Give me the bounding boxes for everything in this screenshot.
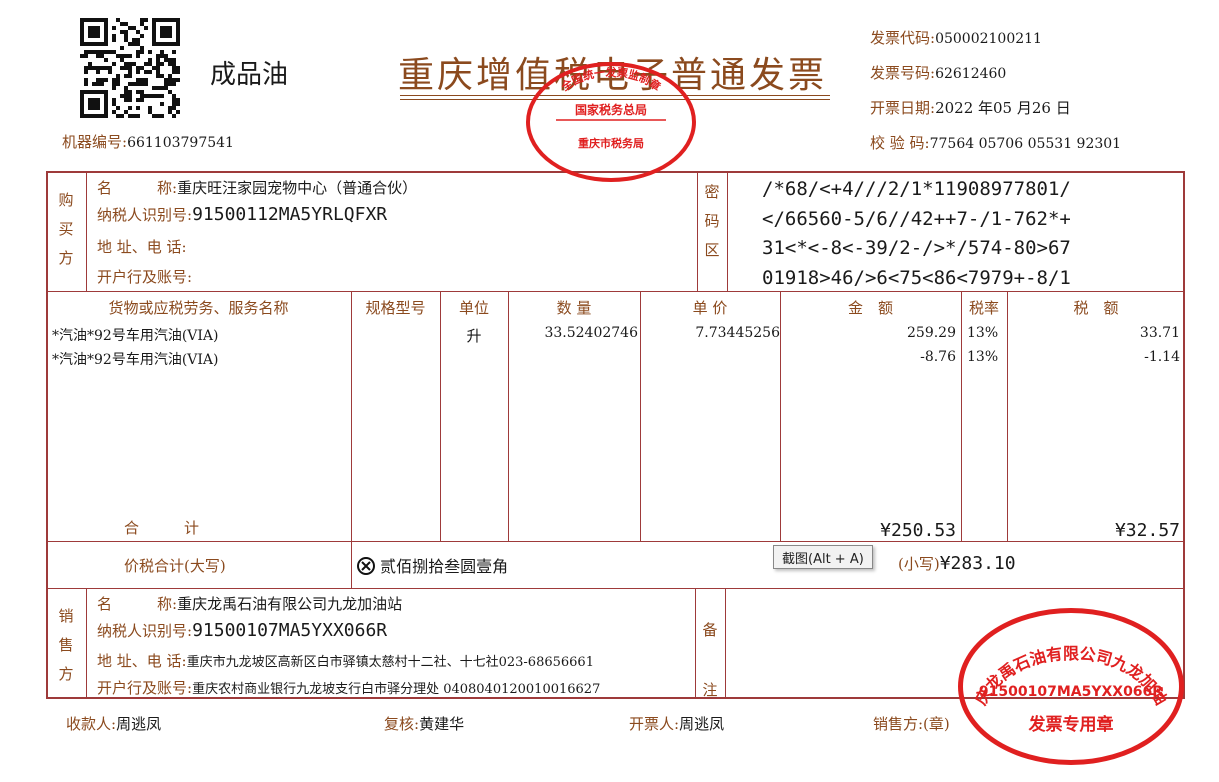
- cipher-side-label: 密码区: [704, 183, 720, 259]
- buyer-address: 地 址、电 话:: [97, 238, 187, 256]
- header-unit: 单位: [458, 299, 489, 317]
- invoice-number: 发票号码:62612460: [870, 64, 1007, 82]
- table-row-amount: 259.29: [907, 325, 956, 341]
- check-code: 校 验 码:77564 05706 05531 92301: [870, 134, 1122, 152]
- cipher-line: /*68/<+4///2/1*11908977801/: [762, 178, 1071, 200]
- screenshot-tooltip: 截图(Alt + A): [773, 545, 873, 569]
- seller-stamp-bottom: 发票专用章: [1028, 714, 1114, 735]
- tax-bureau-stamp: 全国统一发票监制章 国家税务总局 重庆市税务局: [526, 62, 696, 182]
- seller-address: 地 址、电 话:重庆市九龙坡区高新区白市驿镇太慈村十二社、十七社023-6865…: [97, 652, 594, 670]
- issuer: 开票人:周逃凤: [629, 715, 725, 733]
- invoice-date: 开票日期:2022 年05 月26 日: [870, 99, 1071, 117]
- buyer-tax-id: 纳税人识别号:91500112MA5YRLQFXR: [97, 204, 388, 225]
- seller-name: 名 称:重庆龙禹石油有限公司九龙加油站: [97, 595, 403, 613]
- header-amount: 金 额: [847, 299, 893, 317]
- invoice-category: 成品油: [210, 60, 289, 90]
- table-row-rate: 13%: [967, 325, 999, 341]
- cipher-area: /*68/<+4///2/1*11908977801/ </66560-5/6/…: [762, 175, 1071, 293]
- seller-invoice-stamp: 重庆龙禹石油有限公司九龙加油站 91500107MA5YXX066R 发票专用章: [958, 608, 1184, 765]
- table-row-unit: 升: [466, 327, 482, 345]
- stamp-bottom-text: 重庆市税务局: [578, 136, 644, 150]
- invoice-code: 发票代码:050002100211: [870, 29, 1042, 47]
- header-qty: 数 量: [556, 299, 592, 317]
- summary-label: 价税合计(大写): [124, 557, 226, 575]
- table-row-name: *汽油*92号车用汽油(VIA): [52, 352, 219, 368]
- payee: 收款人:周逃凤: [66, 715, 162, 733]
- table-row-qty: 33.52402746: [544, 325, 638, 341]
- table-row-tax: 33.71: [1139, 325, 1180, 341]
- machine-number: 机器编号:661103797541: [62, 133, 234, 151]
- seller-tax-id: 纳税人识别号:91500107MA5YXX066R: [97, 620, 388, 641]
- seller-bank: 开户行及账号:重庆农村商业银行九龙坡支行白市驿分理处 0408040120010…: [97, 679, 601, 697]
- stamp-middle-text: 国家税务总局: [575, 102, 647, 117]
- table-row-price: 7.73445256: [695, 325, 780, 341]
- cipher-line: 31<*<-8<-39/2-/>*/574-80>67: [762, 237, 1071, 259]
- table-row-rate: 13%: [967, 349, 999, 365]
- header-rate: 税率: [968, 299, 999, 317]
- table-row-amount: -8.76: [920, 349, 956, 365]
- table-row-name: *汽油*92号车用汽油(VIA): [52, 328, 219, 344]
- buyer-bank: 开户行及账号:: [97, 268, 193, 286]
- header-tax: 税 额: [1073, 299, 1119, 317]
- circle-x-icon: [357, 557, 375, 575]
- total-amount: ¥250.53: [880, 520, 956, 541]
- header-price: 单 价: [692, 299, 728, 317]
- seller-stamp-id: 91500107MA5YXX066R: [979, 684, 1163, 700]
- table-row-tax: -1.14: [1144, 349, 1180, 365]
- reviewer: 复核:黄建华: [384, 715, 465, 733]
- header-name: 货物或应税劳务、服务名称: [108, 299, 289, 317]
- buyer-name: 名 称:重庆旺汪家园宠物中心（普通合伙）: [97, 179, 418, 197]
- stamp-top-text: 全国统一发票监制章: [558, 65, 664, 94]
- summary-uppercase: 贰佰捌拾叁圆壹角: [357, 553, 508, 577]
- seller-seal-label: 销售方:(章): [873, 715, 950, 733]
- total-tax: ¥32.57: [1114, 520, 1180, 541]
- total-label: 合 计: [124, 519, 200, 537]
- cipher-line: </66560-5/6//42++7-/1-762*+: [762, 207, 1071, 230]
- header-spec: 规格型号: [365, 299, 426, 317]
- cipher-line: 01918>46/>6<75<86<7979+-8/1: [762, 266, 1071, 289]
- seller-side-label: 销售方: [58, 607, 74, 683]
- remark-side-label: 备注: [702, 621, 718, 699]
- qr-code: [80, 18, 180, 118]
- buyer-side-label: 购买方: [58, 191, 74, 267]
- summary-small: (小写)¥283.10: [898, 553, 1016, 574]
